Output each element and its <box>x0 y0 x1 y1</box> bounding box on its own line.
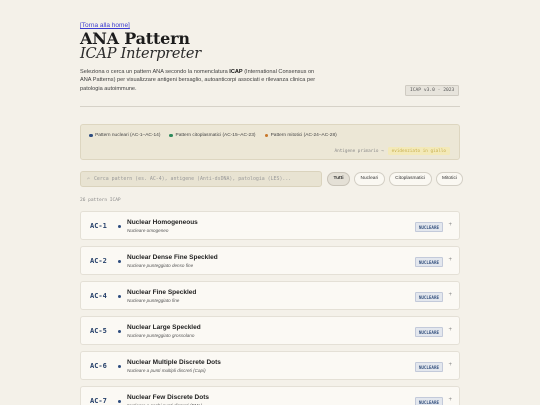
pattern-row[interactable]: AC-6 Nuclear Multiple Discrete Dots Nuclea… <box>80 351 460 380</box>
category-badge: NUCLEARE <box>414 397 443 405</box>
expand-icon[interactable]: + <box>448 257 452 263</box>
expand-icon[interactable]: + <box>448 292 452 298</box>
pattern-name: Nuclear Homogeneous <box>127 219 198 226</box>
pattern-row[interactable]: AC-4 Nuclear Fine Speckled Nucleare punteg… <box>80 281 460 310</box>
home-link[interactable]: [Torna alla home] <box>80 22 130 29</box>
filter-mitotici[interactable]: Mitotici <box>435 172 464 186</box>
pattern-code: AC-5 <box>90 327 107 335</box>
category-badge: NUCLEARE <box>414 362 443 373</box>
filter-group: Tutti Nucleari Citoplasmatici Mitotici <box>327 172 464 186</box>
legend-label: Pattern mitotici (AC-24–AC-28) <box>270 133 337 138</box>
legend-dot-icon <box>89 133 93 138</box>
search-placeholder: Cerca pattern (es. AC-4), antigene (Anti… <box>93 176 292 182</box>
expand-icon[interactable]: + <box>448 362 452 368</box>
category-dot-icon <box>117 364 122 369</box>
legend-label: Pattern citoplasmatici (AC-15–AC-23) <box>175 133 256 138</box>
category-dot-icon <box>117 294 122 299</box>
pattern-row[interactable]: AC-7 Nuclear Few Discrete Dots Nucleare a … <box>80 386 460 405</box>
pattern-row[interactable]: AC-2 Nuclear Dense Fine Speckled Nucleare … <box>80 246 460 275</box>
antigen-label: Antigene primario → <box>334 148 384 154</box>
pattern-row[interactable]: AC-5 Nuclear Large Speckled Nucleare punte… <box>80 316 460 345</box>
legend-item: Pattern nucleari (AC-1–AC-14) <box>89 133 160 138</box>
filter-tutti[interactable]: Tutti <box>327 172 351 186</box>
pattern-name: Nuclear Few Discrete Dots <box>127 394 210 401</box>
expand-icon[interactable]: + <box>448 397 452 403</box>
pattern-subtitle: Nucleare a punti multipli discreti (Capi… <box>127 367 206 373</box>
category-badge: NUCLEARE <box>414 257 443 268</box>
pattern-code: AC-2 <box>90 257 107 265</box>
category-dot-icon <box>117 329 122 334</box>
pattern-subtitle: Nucleare punteggiato grossolano <box>127 332 195 338</box>
legend-item: Pattern citoplasmatici (AC-15–AC-23) <box>169 133 256 138</box>
legend-dot-icon <box>264 133 269 138</box>
pattern-row[interactable]: AC-1 Nuclear Homogeneous Nucleare omogeneo… <box>80 211 460 240</box>
expand-icon[interactable]: + <box>448 222 452 228</box>
pattern-name: Nuclear Dense Fine Speckled <box>127 254 218 261</box>
category-dot-icon <box>117 224 122 229</box>
page-subtitle: ICAP Interpreter <box>80 46 201 62</box>
antigen-legend: Antigene primario → evidenziato in giall… <box>334 147 450 156</box>
legend-items: Pattern nucleari (AC-1–AC-14) Pattern cit… <box>89 133 337 138</box>
legend-dot-icon <box>169 133 174 138</box>
pattern-code: AC-7 <box>90 397 107 405</box>
pattern-name: Nuclear Multiple Discrete Dots <box>127 359 221 366</box>
category-badge: NUCLEARE <box>414 222 443 233</box>
pattern-count: 26 pattern ICAP <box>80 198 121 203</box>
pattern-code: AC-1 <box>90 222 107 230</box>
category-dot-icon <box>117 259 122 264</box>
version-badge: ICAP v3.0 · 2023 <box>405 85 460 96</box>
pattern-subtitle: Nucleare punteggiato fine <box>127 297 180 303</box>
filter-nucleari[interactable]: Nucleari <box>354 172 385 186</box>
search-input[interactable]: ⌕ Cerca pattern (es. AC-4), antigene (An… <box>80 171 322 187</box>
expand-icon[interactable]: + <box>448 327 452 333</box>
category-dot-icon <box>117 399 122 404</box>
legend-item: Pattern mitotici (AC-24–AC-28) <box>264 133 337 138</box>
pattern-name: Nuclear Large Speckled <box>127 324 201 331</box>
page-description: Seleziona o cerca un pattern ANA secondo… <box>80 69 316 92</box>
category-badge: NUCLEARE <box>414 292 443 303</box>
pattern-subtitle: Nucleare punteggiato denso fine <box>127 262 194 268</box>
legend-label: Pattern nucleari (AC-1–AC-14) <box>95 133 161 138</box>
antigen-highlight-badge: evidenziato in giallo <box>387 147 450 156</box>
pattern-subtitle: Nucleare omogeneo <box>127 227 169 233</box>
pattern-code: AC-4 <box>90 292 107 300</box>
search-icon: ⌕ <box>87 176 90 182</box>
category-badge: NUCLEARE <box>414 327 443 338</box>
divider <box>80 106 460 107</box>
filter-citoplasmatici[interactable]: Citoplasmatici <box>388 172 432 186</box>
legend-panel: Pattern nucleari (AC-1–AC-14) Pattern cit… <box>80 124 460 160</box>
pattern-name: Nuclear Fine Speckled <box>127 289 197 296</box>
pattern-code: AC-6 <box>90 362 107 370</box>
